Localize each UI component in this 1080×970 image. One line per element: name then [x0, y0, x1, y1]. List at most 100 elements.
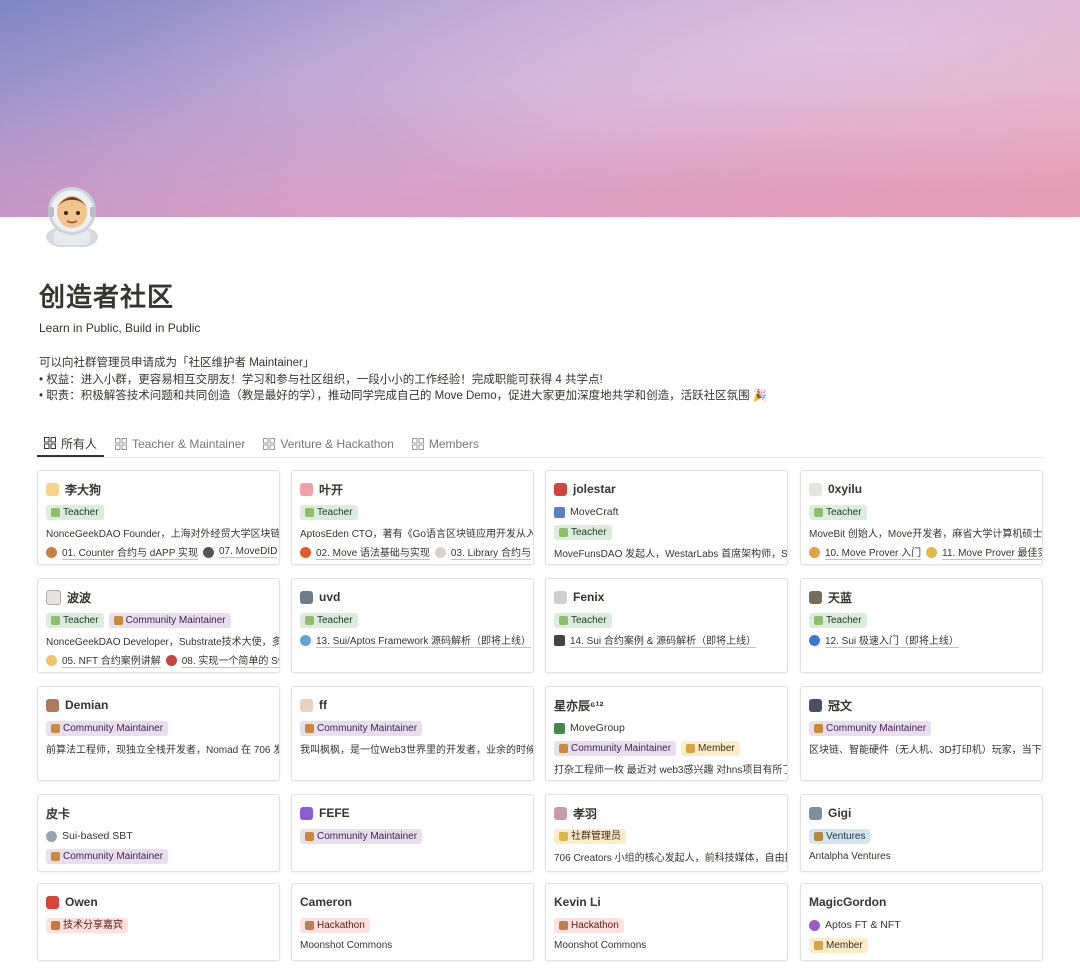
tag-label: Ventures [826, 830, 866, 842]
person-card[interactable]: Gigi Ventures Antalpha Ventures [800, 794, 1043, 872]
course-link[interactable]: 14. Sui 合约案例 & 源码解析（即将上线） [570, 632, 757, 648]
tags-row: 技术分享嘉宾 [38, 915, 279, 935]
tags-row: Teacher [801, 610, 1042, 630]
tag-community-maintainer: Community Maintainer [809, 720, 932, 736]
tag-icon [305, 920, 314, 930]
course-link[interactable]: 07. MoveDID [218, 546, 278, 558]
tag-icon [559, 831, 568, 841]
tag-teacher: Teacher [46, 504, 104, 520]
tag-label: 社群管理员 [571, 830, 621, 842]
tab-label: 所有人 [61, 436, 98, 451]
tag-hackathon: Hackathon [300, 917, 370, 933]
person-card[interactable]: Owen 技术分享嘉宾 [37, 883, 280, 961]
bio-text: MoveBit 创始人，Move开发者，麻省大学计算机硕士。 [809, 528, 1042, 540]
view-tabs: 所有人 Teacher & Maintainer Venture & Hacka… [37, 431, 1043, 458]
tag-icon [51, 723, 60, 733]
tag-icon [559, 743, 568, 753]
person-card[interactable]: Demian Community Maintainer 前算法工程师，现独立全栈… [37, 686, 280, 781]
person-card[interactable]: 李大狗 Teacher NonceGeekDAO Founder，上海对外经贸大… [37, 470, 280, 565]
avatar-icon [809, 482, 822, 496]
card-name: Fenix [546, 579, 787, 606]
page-subtitle: Learn in Public, Build in Public [39, 321, 201, 335]
tag-member: Member [809, 937, 868, 953]
tag-label: 技术分享嘉宾 [63, 919, 123, 931]
gallery-icon [115, 437, 128, 450]
course-link[interactable]: 11. Move Prover 最佳实 [942, 544, 1042, 560]
tag-icon [305, 723, 314, 733]
dancer-icon [434, 546, 446, 558]
avatar-icon [46, 698, 59, 712]
person-card[interactable]: ff Community Maintainer 我叫枫枫，是一位Web3世界里的… [291, 686, 534, 781]
tag-teacher: Teacher [300, 612, 358, 628]
course-link[interactable]: 03. Library 合约与 [450, 544, 531, 560]
person-card[interactable]: 0xyilu Teacher MoveBit 创始人，Move开发者，麻省大学计… [800, 470, 1043, 565]
bio-text: NonceGeekDAO Founder，上海对外经贸大学区块链技术 [46, 528, 279, 540]
avatar-icon [809, 698, 822, 712]
tag-community-maintainer: Community Maintainer [46, 720, 169, 736]
tag-icon [113, 615, 123, 625]
card-name: 李大狗 [38, 471, 279, 498]
person-card[interactable]: Fenix Teacher 14. Sui 合约案例 & 源码解析（即将上线） [545, 578, 788, 673]
person-name: Owen [65, 895, 98, 909]
course-links: 02. Move 语法基础与实现 03. Library 合约与 [292, 542, 533, 562]
person-card[interactable]: 波波 Teacher Community Maintainer NonceGee… [37, 578, 280, 673]
tag-label: Teacher [317, 614, 353, 626]
person-card[interactable]: Cameron Hackathon Moonshot Commons [291, 883, 534, 961]
course-link[interactable]: 01. Counter 合约与 dAPP 实现 [62, 544, 198, 560]
tag-icon [559, 920, 568, 930]
person-card[interactable]: jolestar MoveCraft Teacher MoveFunsDAO 发… [545, 470, 788, 565]
person-card[interactable]: Kevin Li Hackathon Moonshot Commons [545, 883, 788, 961]
tags-row: Hackathon [546, 915, 787, 935]
tags-row: Teacher [546, 610, 787, 630]
person-card[interactable]: 皮卡 Sui-based SBT Community Maintainer [37, 794, 280, 872]
astronaut-icon[interactable] [40, 181, 104, 249]
course-links: 13. Sui/Aptos Framework 源码解析（即将上线） [292, 630, 533, 650]
page-title: 创造者社区 [39, 282, 175, 312]
course-links: 05. NFT 合约案例讲解 08. 实现一个简单的 Sv [38, 650, 279, 670]
tags-row: Community Maintainer Member [546, 738, 787, 758]
course-link[interactable]: 13. Sui/Aptos Framework 源码解析（即将上线） [316, 632, 532, 648]
person-card[interactable]: 星亦辰⁶¹² MoveGroup Community Maintainer Me… [545, 686, 788, 781]
tab-venture-hackathon[interactable]: Venture & Hackathon [256, 431, 400, 456]
person-card[interactable]: MagicGordon Aptos FT & NFT Member [800, 883, 1043, 961]
card-name: Kevin Li [546, 884, 787, 911]
person-card[interactable]: FEFE Community Maintainer [291, 794, 534, 872]
person-card[interactable]: uvd Teacher 13. Sui/Aptos Framework 源码解析… [291, 578, 534, 673]
tag-teacher: Teacher [809, 504, 867, 520]
bio-text: AptosEden CTO，著有《Go语言区块链应用开发从入门 [300, 528, 533, 540]
gallery-icon [411, 437, 424, 450]
person-name: jolestar [573, 482, 616, 496]
avatar-icon [300, 698, 313, 712]
avatar-icon [46, 589, 61, 605]
tag-label: Teacher [63, 506, 99, 518]
tag-icon [814, 615, 823, 625]
course-link[interactable]: 10. Move Prover 入门 [825, 544, 922, 560]
card-name: Owen [38, 884, 279, 911]
person-card[interactable]: 天蓝 Teacher 12. Sui 极速入门（即将上线） [800, 578, 1043, 673]
tab-members[interactable]: Members [405, 431, 486, 456]
football-icon [46, 546, 57, 558]
person-card[interactable]: 叶开 Teacher AptosEden CTO，著有《Go语言区块链应用开发从… [291, 470, 534, 565]
course-link[interactable]: 12. Sui 极速入门（即将上线） [825, 632, 959, 648]
course-links: 14. Sui 合约案例 & 源码解析（即将上线） [546, 630, 787, 650]
tag-icon [305, 615, 314, 625]
course-link[interactable]: 02. Move 语法基础与实现 [316, 544, 430, 560]
tags-row: Member [801, 935, 1042, 955]
tag-community-maintainer: Community Maintainer [46, 848, 169, 864]
card-name: FEFE [292, 795, 533, 822]
person-name: 天蓝 [828, 590, 853, 605]
tags-row: Community Maintainer [38, 846, 279, 866]
course-link[interactable]: 05. NFT 合约案例讲解 [62, 652, 161, 668]
person-name: Fenix [573, 590, 605, 604]
tab-label: Venture & Hackathon [280, 436, 394, 451]
person-name: MagicGordon [809, 895, 887, 909]
avatar-icon [300, 806, 313, 820]
description-line: 可以向社群管理员申请成为「社区维护者 Maintainer」 [39, 357, 315, 369]
card-name: Demian [38, 687, 279, 714]
person-card[interactable]: 冠文 Community Maintainer 区块链、智能硬件（无人机、3D打… [800, 686, 1043, 781]
tab-teacher-maintainer[interactable]: Teacher & Maintainer [108, 431, 252, 456]
tab-all[interactable]: 所有人 [37, 431, 105, 457]
course-link[interactable]: 08. 实现一个简单的 Sv [181, 652, 279, 668]
person-card[interactable]: 孝羽 社群管理员 706 Creators 小组的核心发起人，前科技媒体，自由撰 [545, 794, 788, 872]
tag-label: Teacher [826, 614, 862, 626]
